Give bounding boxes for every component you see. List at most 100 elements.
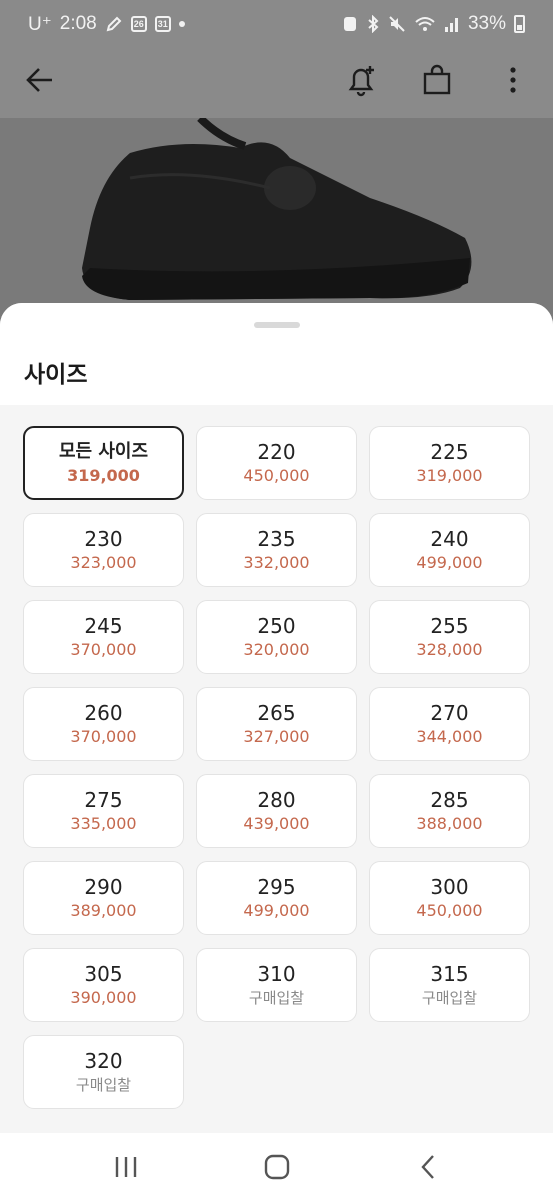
- size-option[interactable]: 315 구매입찰: [369, 948, 530, 1022]
- drag-handle[interactable]: [254, 322, 300, 328]
- size-label: 320: [84, 1049, 123, 1073]
- home-button[interactable]: [247, 1142, 307, 1192]
- size-label: 305: [84, 962, 123, 986]
- size-grid: 모든 사이즈 319,000 220 450,000 225 319,000 230 323,…: [23, 426, 530, 1109]
- size-option[interactable]: 265 327,000: [196, 687, 357, 761]
- size-label: 260: [84, 701, 123, 725]
- size-option[interactable]: 255 328,000: [369, 600, 530, 674]
- size-price: 450,000: [243, 466, 310, 485]
- product-page-background: U⁺ 2:08 26 31 33%: [0, 0, 553, 330]
- alert-button[interactable]: [341, 60, 381, 100]
- system-nav-bar: [0, 1133, 553, 1200]
- size-label: 모든 사이즈: [58, 441, 149, 462]
- size-option[interactable]: 300 450,000: [369, 861, 530, 935]
- app-bar: [0, 48, 553, 112]
- bid-label: 구매입찰: [75, 1076, 132, 1094]
- recent-apps-icon: [115, 1156, 136, 1177]
- size-option[interactable]: 모든 사이즈 319,000: [23, 426, 184, 500]
- size-option[interactable]: 220 450,000: [196, 426, 357, 500]
- size-option[interactable]: 295 499,000: [196, 861, 357, 935]
- home-icon: [264, 1154, 289, 1179]
- bid-label: 구매입찰: [421, 989, 478, 1007]
- calendar-icon: 26: [130, 16, 147, 32]
- bluetooth-icon: [366, 15, 380, 33]
- more-menu-button[interactable]: [493, 60, 533, 100]
- mute-icon: [388, 15, 406, 33]
- pencil-icon: [105, 15, 123, 33]
- size-label: 285: [430, 788, 469, 812]
- size-bottom-sheet: 사이즈 모든 사이즈 319,000 220 450,000 225 319,000 230…: [0, 303, 553, 1133]
- size-label: 250: [257, 614, 296, 638]
- arrow-left-icon: [26, 68, 52, 92]
- size-price: 439,000: [243, 814, 310, 833]
- size-price: 344,000: [416, 727, 483, 746]
- size-label: 255: [430, 614, 469, 638]
- status-bar: U⁺ 2:08 26 31 33%: [0, 0, 553, 48]
- size-option[interactable]: 225 319,000: [369, 426, 530, 500]
- size-option[interactable]: 250 320,000: [196, 600, 357, 674]
- product-image: [0, 118, 553, 330]
- size-label: 315: [430, 962, 469, 986]
- size-price: 323,000: [70, 553, 137, 572]
- size-option[interactable]: 230 323,000: [23, 513, 184, 587]
- size-price: 370,000: [70, 727, 137, 746]
- size-price: 327,000: [243, 727, 310, 746]
- size-label: 270: [430, 701, 469, 725]
- size-label: 235: [257, 527, 296, 551]
- system-back-button[interactable]: [398, 1142, 458, 1192]
- nfc-icon: [342, 15, 358, 33]
- size-option[interactable]: 290 389,000: [23, 861, 184, 935]
- size-label: 220: [257, 440, 296, 464]
- chevron-left-icon: [420, 1154, 434, 1179]
- size-label: 290: [84, 875, 123, 899]
- size-option[interactable]: 235 332,000: [196, 513, 357, 587]
- size-price: 450,000: [416, 901, 483, 920]
- size-price: 390,000: [70, 988, 137, 1007]
- size-label: 230: [84, 527, 123, 551]
- sheet-header: 사이즈: [0, 303, 553, 405]
- size-option[interactable]: 310 구매입찰: [196, 948, 357, 1022]
- notification-dot-icon: [178, 21, 185, 27]
- size-label: 310: [257, 962, 296, 986]
- size-option[interactable]: 240 499,000: [369, 513, 530, 587]
- size-price: 389,000: [70, 901, 137, 920]
- more-vertical-icon: [510, 67, 516, 93]
- bid-label: 구매입찰: [248, 989, 305, 1007]
- size-price: 335,000: [70, 814, 137, 833]
- back-button[interactable]: [20, 60, 60, 100]
- battery-percent: 33%: [467, 13, 506, 34]
- size-label: 275: [84, 788, 123, 812]
- size-price: 320,000: [243, 640, 310, 659]
- size-option[interactable]: 260 370,000: [23, 687, 184, 761]
- size-price: 370,000: [70, 640, 137, 659]
- size-price: 388,000: [416, 814, 483, 833]
- calendar-icon: 31: [154, 16, 171, 32]
- size-option[interactable]: 280 439,000: [196, 774, 357, 848]
- size-price: 319,000: [416, 466, 483, 485]
- size-option[interactable]: 305 390,000: [23, 948, 184, 1022]
- size-option[interactable]: 275 335,000: [23, 774, 184, 848]
- cart-button[interactable]: [417, 60, 457, 100]
- size-option[interactable]: 285 388,000: [369, 774, 530, 848]
- sneaker-image: [82, 118, 472, 300]
- size-price: 499,000: [243, 901, 310, 920]
- size-price: 319,000: [67, 466, 140, 485]
- size-option[interactable]: 270 344,000: [369, 687, 530, 761]
- recent-apps-button[interactable]: [96, 1142, 156, 1192]
- size-option[interactable]: 320 구매입찰: [23, 1035, 184, 1109]
- size-price: 332,000: [243, 553, 310, 572]
- size-label: 265: [257, 701, 296, 725]
- size-price: 499,000: [416, 553, 483, 572]
- size-label: 225: [430, 440, 469, 464]
- size-label: 295: [257, 875, 296, 899]
- size-label: 280: [257, 788, 296, 812]
- battery-icon: [514, 15, 525, 33]
- size-option[interactable]: 245 370,000: [23, 600, 184, 674]
- clock: 2:08: [59, 13, 97, 34]
- size-price: 328,000: [416, 640, 483, 659]
- wifi-icon: [414, 15, 436, 33]
- signal-icon: [444, 15, 460, 33]
- size-label: 240: [430, 527, 469, 551]
- carrier-label: U⁺: [28, 13, 52, 35]
- shopping-bag-icon: [423, 64, 451, 95]
